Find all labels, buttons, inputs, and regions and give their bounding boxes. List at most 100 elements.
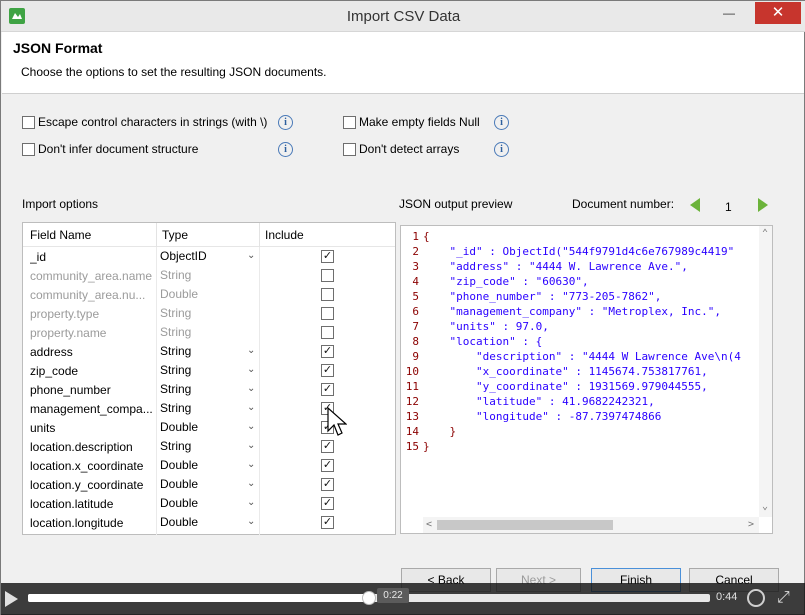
line-number: 6	[412, 305, 419, 318]
chevron-down-icon[interactable]: ⌄	[247, 478, 255, 489]
volume-icon[interactable]	[747, 589, 765, 607]
minimize-button[interactable]: —	[716, 2, 742, 24]
chevron-down-icon[interactable]: ⌄	[247, 345, 255, 356]
include-checkbox[interactable]: ✓	[321, 383, 334, 396]
fullscreen-icon[interactable]: ⤢	[777, 589, 790, 607]
field-type-select[interactable]: String	[160, 382, 191, 396]
chevron-down-icon[interactable]: ⌄	[247, 459, 255, 470]
column-divider[interactable]	[259, 223, 260, 247]
seek-bar[interactable]: 0:22	[28, 588, 710, 605]
seek-handle[interactable]	[362, 591, 376, 605]
table-row[interactable]: community_area.nu... Double	[23, 285, 395, 304]
json-preview-pane[interactable]: 1{2 "_id" : ObjectId("544f9791d4c6e76798…	[400, 225, 773, 534]
no-infer-structure-option[interactable]: Don't infer document structure	[22, 141, 198, 157]
line-number: 8	[412, 335, 419, 348]
chevron-down-icon[interactable]: ⌄	[247, 421, 255, 432]
field-type-select[interactable]: Double	[160, 496, 198, 510]
next-document-icon[interactable]	[758, 198, 768, 212]
table-row[interactable]: community_area.name String	[23, 266, 395, 285]
include-checkbox[interactable]: ✓	[321, 440, 334, 453]
no-detect-arrays-checkbox[interactable]	[343, 142, 356, 156]
line-number: 1	[412, 230, 419, 243]
field-type-select[interactable]: Double	[160, 287, 198, 301]
chevron-down-icon[interactable]: ⌄	[247, 440, 255, 451]
table-row[interactable]: location.y_coordinate Double ⌄ ✓	[23, 475, 395, 494]
column-header-type[interactable]: Type	[162, 228, 188, 242]
column-header-field-name[interactable]: Field Name	[30, 228, 91, 242]
include-checkbox[interactable]: ✓	[321, 516, 334, 529]
table-row[interactable]: property.name String	[23, 323, 395, 342]
table-row[interactable]: location.latitude Double ⌄ ✓	[23, 494, 395, 513]
field-type-select[interactable]: String	[160, 439, 191, 453]
empty-fields-null-label: Make empty fields Null	[359, 115, 480, 129]
info-icon[interactable]: i	[494, 115, 509, 130]
include-checkbox[interactable]	[321, 307, 334, 320]
field-type-select[interactable]: Double	[160, 477, 198, 491]
chevron-down-icon[interactable]: ⌄	[247, 402, 255, 413]
horizontal-scrollbar[interactable]: < >	[423, 517, 759, 533]
table-row[interactable]: zip_code String ⌄ ✓	[23, 361, 395, 380]
code-line: 10 "x_coordinate" : 1145674.753817761,	[401, 365, 757, 380]
info-icon[interactable]: i	[278, 142, 293, 157]
column-header-include[interactable]: Include	[265, 228, 304, 242]
chevron-down-icon[interactable]: ⌄	[247, 516, 255, 527]
table-row[interactable]: phone_number String ⌄ ✓	[23, 380, 395, 399]
table-row[interactable]: property.type String	[23, 304, 395, 323]
play-icon[interactable]	[5, 591, 18, 607]
current-time: 0:44	[716, 591, 738, 603]
horizontal-scroll-thumb[interactable]	[437, 520, 613, 530]
include-checkbox[interactable]	[321, 269, 334, 282]
close-button[interactable]: ✕	[755, 2, 801, 24]
field-name-cell: location.description	[30, 440, 133, 454]
escape-control-chars-option[interactable]: Escape control characters in strings (wi…	[22, 114, 267, 130]
line-number: 13	[405, 410, 419, 423]
line-number: 15	[405, 440, 419, 453]
info-icon[interactable]: i	[494, 142, 509, 157]
include-checkbox[interactable]: ✓	[321, 497, 334, 510]
table-row[interactable]: _id ObjectID ⌄ ✓	[23, 247, 395, 266]
include-checkbox[interactable]: ✓	[321, 459, 334, 472]
include-checkbox[interactable]: ✓	[321, 478, 334, 491]
field-type-select[interactable]: ObjectID	[160, 249, 207, 263]
no-infer-structure-checkbox[interactable]	[22, 142, 35, 156]
code-text: "longitude" : -87.7397474866	[423, 410, 662, 423]
field-type-select[interactable]: String	[160, 363, 191, 377]
field-type-select[interactable]: String	[160, 268, 191, 282]
include-checkbox[interactable]	[321, 288, 334, 301]
field-type-select[interactable]: String	[160, 306, 191, 320]
field-type-select[interactable]: String	[160, 401, 191, 415]
field-type-select[interactable]: Double	[160, 458, 198, 472]
empty-fields-null-option[interactable]: Make empty fields Null	[343, 114, 480, 130]
field-type-select[interactable]: Double	[160, 515, 198, 529]
no-detect-arrays-option[interactable]: Don't detect arrays	[343, 141, 459, 157]
include-checkbox[interactable]	[321, 326, 334, 339]
empty-fields-null-checkbox[interactable]	[343, 115, 356, 129]
info-icon[interactable]: i	[278, 115, 293, 130]
code-line: 4 "zip_code" : "60630",	[401, 275, 757, 290]
previous-document-icon[interactable]	[690, 198, 700, 212]
scroll-up-icon[interactable]: ⌃	[762, 228, 768, 239]
chevron-down-icon[interactable]: ⌄	[247, 250, 255, 261]
code-line: 14 }	[401, 425, 757, 440]
field-name-cell: management_compa...	[30, 402, 153, 416]
chevron-down-icon[interactable]: ⌄	[247, 383, 255, 394]
table-row[interactable]: location.description String ⌄ ✓	[23, 437, 395, 456]
scroll-left-icon[interactable]: <	[426, 519, 432, 530]
chevron-down-icon[interactable]: ⌄	[247, 364, 255, 375]
field-type-select[interactable]: Double	[160, 420, 198, 434]
table-row[interactable]: location.x_coordinate Double ⌄ ✓	[23, 456, 395, 475]
include-checkbox[interactable]: ✓	[321, 250, 334, 263]
include-checkbox[interactable]: ✓	[321, 345, 334, 358]
table-row[interactable]: address String ⌄ ✓	[23, 342, 395, 361]
field-type-select[interactable]: String	[160, 325, 191, 339]
scroll-right-icon[interactable]: >	[748, 519, 754, 530]
field-type-select[interactable]: String	[160, 344, 191, 358]
escape-control-chars-checkbox[interactable]	[22, 115, 35, 129]
vertical-scrollbar[interactable]: ⌃ ⌄	[759, 226, 772, 517]
include-checkbox[interactable]: ✓	[321, 364, 334, 377]
column-divider[interactable]	[156, 223, 157, 247]
no-infer-structure-label: Don't infer document structure	[38, 142, 199, 156]
scroll-down-icon[interactable]: ⌄	[762, 501, 768, 512]
table-row[interactable]: location.longitude Double ⌄ ✓	[23, 513, 395, 532]
chevron-down-icon[interactable]: ⌄	[247, 497, 255, 508]
